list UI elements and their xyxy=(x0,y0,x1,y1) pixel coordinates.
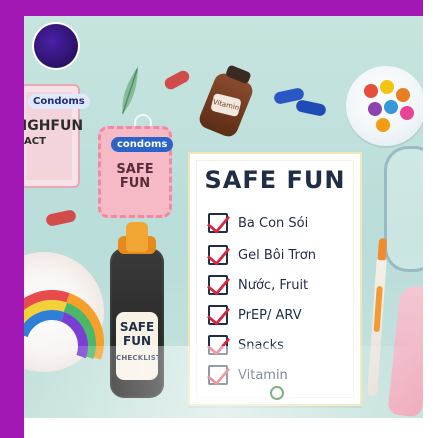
left-accent-bar xyxy=(0,0,24,438)
checkmark-icon xyxy=(206,361,231,386)
condom-pack-middle-line2: FUN xyxy=(119,176,151,191)
condom-pack-left: Condoms IGHFUN ACT xyxy=(24,84,90,188)
checkmark-icon xyxy=(206,209,231,234)
right-white-bar xyxy=(423,0,437,438)
candy xyxy=(384,100,398,114)
smile-icon xyxy=(270,386,284,400)
candy xyxy=(380,80,394,94)
bottom-white-strip xyxy=(24,418,423,438)
pill-red-icon xyxy=(162,68,192,92)
safe-fun-checklist-card: SAFE FUN Ba Con Sói Gel Bôi Trơn Nước, F… xyxy=(188,152,362,406)
checkmark-icon xyxy=(206,271,231,296)
checkmark-icon xyxy=(206,301,231,326)
checklist-item-label: Snacks xyxy=(238,337,284,353)
spoon-icon xyxy=(387,284,423,418)
candy xyxy=(396,88,410,102)
pen-tip xyxy=(377,237,388,261)
checklist-bottle-label-line2: FUN xyxy=(123,334,151,348)
logo-icon xyxy=(34,24,78,68)
candy xyxy=(364,84,378,98)
pill-red-icon xyxy=(45,209,77,227)
checklist-bottle-label-line3: CHECKLIST xyxy=(116,354,162,362)
candy-bowl-icon xyxy=(346,66,423,146)
candy xyxy=(368,102,382,116)
checkbox-icon xyxy=(206,241,231,266)
glass-icon xyxy=(384,146,423,272)
condom-pack-left-title: IGHFUN xyxy=(24,118,84,134)
checkmark-icon xyxy=(206,331,231,356)
condom-pack-middle: condoms SAFE FUN xyxy=(98,126,174,218)
checkbox-icon xyxy=(206,271,231,296)
checkmark-icon xyxy=(206,241,231,266)
pill-blue-icon xyxy=(295,99,327,117)
condom-pack-middle-line1: SAFE xyxy=(116,162,154,177)
checklist-item: PrEP/ ARV xyxy=(206,301,358,326)
checkbox-icon xyxy=(206,361,231,386)
checklist-item-label: Vitamin xyxy=(238,367,288,383)
condom-pack-middle-brand: condoms xyxy=(111,137,174,152)
pen-icon xyxy=(367,237,388,397)
checklist-item-label: Gel Bôi Trơn xyxy=(238,247,316,263)
checklist-title: SAFE FUN xyxy=(204,166,346,194)
condom-pack-left-subtitle: ACT xyxy=(24,136,46,147)
checkbox-icon xyxy=(206,301,231,326)
checklist-bottle-cap xyxy=(126,222,148,252)
candy xyxy=(400,106,414,120)
pen-clip xyxy=(373,285,383,333)
top-accent-bar xyxy=(0,0,437,16)
candy xyxy=(376,118,390,132)
illustration-canvas: Condoms IGHFUN ACT condoms SAFE FUN Vita… xyxy=(24,16,423,422)
checklist-bottle-label-line1: SAFE xyxy=(119,320,155,334)
checklist-item: Snacks xyxy=(206,331,358,356)
checklist-item-label: Ba Con Sói xyxy=(238,215,309,231)
checklist-item: Vitamin xyxy=(206,361,358,386)
condom-pack-left-brand: Condoms xyxy=(28,94,90,109)
vitamin-bottle-label: Vitamin xyxy=(210,92,242,118)
checklist-item: Nước, Fruit xyxy=(206,271,358,296)
leaf-icon xyxy=(108,57,154,120)
checklist-item: Gel Bôi Trơn xyxy=(206,241,358,266)
checkbox-icon xyxy=(206,209,231,234)
checklist-bottle-label: SAFE FUN CHECKLIST xyxy=(116,312,162,380)
checklist-item-label: PrEP/ ARV xyxy=(238,307,302,323)
checklist-item: Ba Con Sói xyxy=(206,209,358,234)
vitamin-bottle-icon: Vitamin xyxy=(196,64,256,140)
checklist-bottle-icon: SAFE FUN CHECKLIST xyxy=(110,222,164,398)
vitamin-bottle-cap xyxy=(224,64,252,85)
condom-pack-middle-title: SAFE FUN xyxy=(113,163,157,191)
checklist-item-label: Nước, Fruit xyxy=(238,277,309,293)
checkbox-icon xyxy=(206,331,231,356)
